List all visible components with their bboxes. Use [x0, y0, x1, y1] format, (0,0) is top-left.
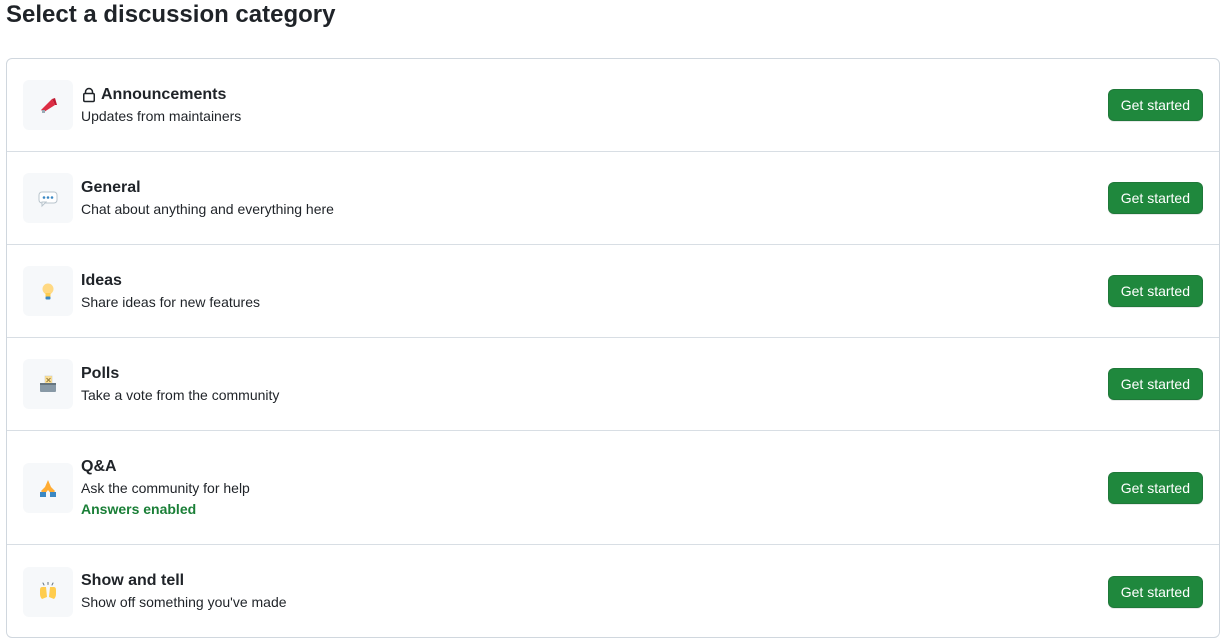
- get-started-button-polls[interactable]: Get started: [1107, 368, 1203, 400]
- category-title: Announcements: [101, 85, 227, 103]
- category-description: Show off something you've made: [81, 594, 287, 610]
- lock-icon: [81, 87, 97, 103]
- ballot-box-icon: [40, 375, 56, 392]
- category-description: Take a vote from the community: [81, 386, 280, 403]
- category-row-show-and-tell: Show and tell Show off something you've …: [7, 545, 1219, 637]
- category-title: Q&A: [81, 457, 117, 475]
- category-title: Show and tell: [81, 572, 185, 589]
- get-started-button-show-and-tell[interactable]: Get started: [1107, 575, 1203, 608]
- category-emoji: [23, 462, 73, 513]
- category-row-q-and-a: Q&A Ask the community for help Answers e…: [7, 431, 1219, 545]
- category-description: Ask the community for help: [81, 479, 250, 496]
- category-description: Share ideas for new features: [81, 293, 260, 310]
- page-title: Select a discussion category: [6, 1, 336, 28]
- get-started-button-announcements[interactable]: Get started: [1107, 89, 1203, 121]
- raised-hands-icon: [40, 581, 56, 599]
- megaphone-icon: [41, 98, 57, 113]
- category-description: Chat about anything and everything here: [81, 200, 334, 217]
- category-title: General: [81, 178, 141, 196]
- get-started-button-q-and-a[interactable]: Get started: [1107, 471, 1203, 504]
- pray-icon: [40, 479, 56, 497]
- category-row-announcements: Announcements Updates from maintainers G…: [7, 59, 1219, 152]
- category-row-polls: Polls Take a vote from the community Get…: [7, 338, 1219, 431]
- answers-enabled-label: Answers enabled: [81, 500, 197, 517]
- speech-balloon-icon: [38, 191, 58, 208]
- category-emoji: [23, 359, 73, 409]
- category-title: Polls: [81, 364, 120, 382]
- category-emoji: [23, 566, 73, 617]
- category-emoji: [23, 266, 73, 316]
- category-emoji: [23, 80, 73, 130]
- light-bulb-icon: [42, 283, 54, 300]
- get-started-button-general[interactable]: Get started: [1107, 182, 1203, 214]
- category-description: Updates from maintainers: [81, 107, 242, 124]
- category-title: Ideas: [81, 271, 122, 289]
- category-emoji: [23, 173, 73, 223]
- category-row-ideas: Ideas Share ideas for new features Get s…: [7, 245, 1219, 338]
- get-started-button-ideas[interactable]: Get started: [1107, 275, 1203, 307]
- category-list: Announcements Updates from maintainers G…: [6, 58, 1220, 638]
- category-row-general: General Chat about anything and everythi…: [7, 152, 1219, 245]
